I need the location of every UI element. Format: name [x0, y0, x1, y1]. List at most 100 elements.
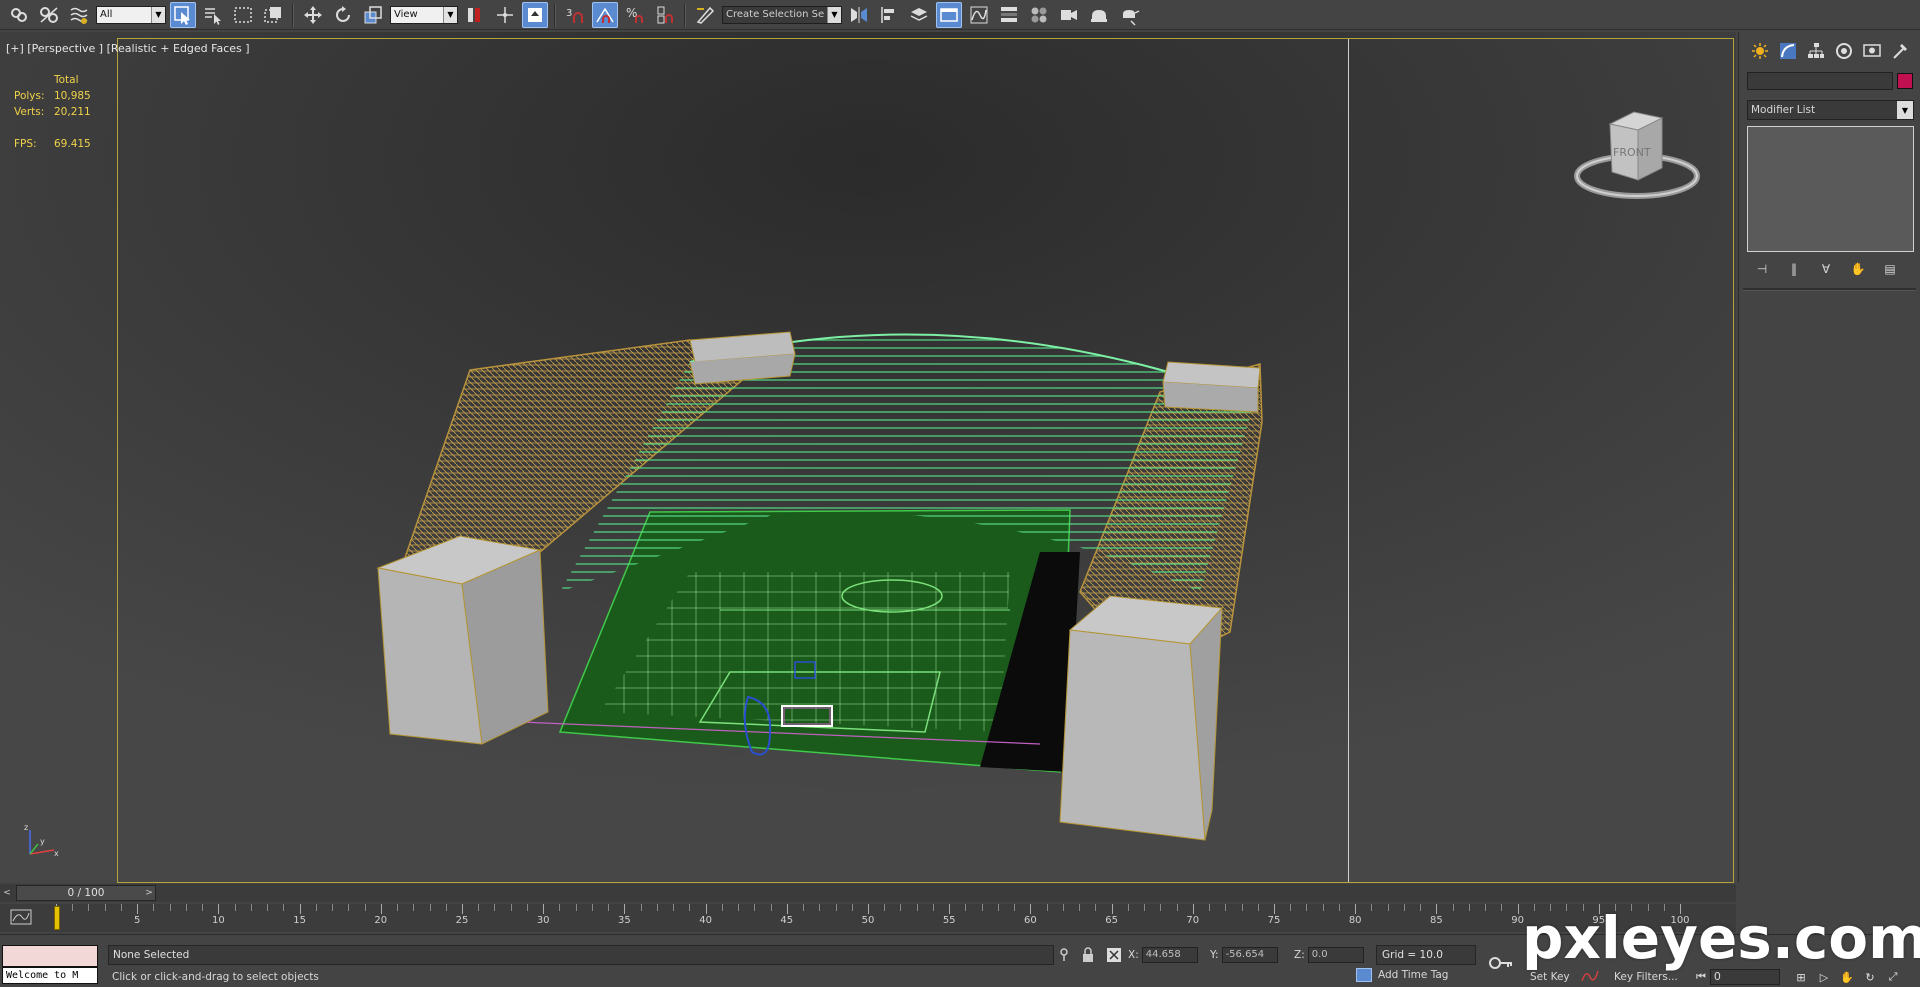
schematic-view-icon[interactable]	[996, 2, 1022, 28]
trackbar-tick	[510, 904, 512, 911]
snap-icon[interactable]: 3	[562, 2, 588, 28]
trackbar-tick	[1160, 904, 1162, 911]
object-name-field[interactable]	[1747, 72, 1893, 90]
graphite-tools-icon[interactable]	[936, 1, 962, 28]
named-selection-sets-dropdown[interactable]: Create Selection Se ▼	[722, 5, 842, 24]
set-key-button[interactable]: Set Key	[1530, 971, 1570, 983]
trackbar-tick	[1144, 904, 1146, 911]
command-panel-tabs	[1739, 32, 1920, 66]
render-production-icon[interactable]	[1116, 2, 1142, 28]
time-tag-icon[interactable]	[1356, 968, 1372, 982]
trackbar-tick-label: 65	[1105, 915, 1118, 926]
trackbar-tick	[949, 904, 951, 914]
material-editor-icon[interactable]	[1026, 2, 1052, 28]
trackbar-tick	[624, 904, 626, 914]
select-by-name-icon[interactable]	[200, 2, 226, 28]
maxscript-listener[interactable]: Welcome to M	[2, 945, 98, 985]
modifier-list-dropdown[interactable]: Modifier List ▼	[1747, 100, 1914, 120]
link-icon[interactable]	[6, 2, 32, 28]
trackbar-tick	[478, 904, 480, 911]
rotate-icon[interactable]	[330, 2, 356, 28]
mirror-icon[interactable]	[846, 2, 872, 28]
object-color-swatch[interactable]	[1897, 73, 1913, 89]
make-unique-icon[interactable]: ∀	[1815, 260, 1837, 278]
rendered-frame-window-icon[interactable]	[1086, 2, 1112, 28]
time-slider-thumb[interactable]: 0 / 100	[16, 885, 156, 901]
time-slider[interactable]: < 0 / 100 >	[0, 884, 1736, 902]
hierarchy-tab-icon[interactable]	[1803, 40, 1829, 62]
trackbar-tick	[803, 904, 805, 911]
object-name-row	[1739, 66, 1920, 90]
modifier-stack[interactable]	[1747, 126, 1914, 252]
z-field[interactable]: 0.0	[1307, 947, 1364, 963]
y-coordinate: Y: -56.654	[1210, 947, 1278, 963]
lock-selection-icon[interactable]	[1080, 947, 1096, 963]
trackbar-tick	[705, 904, 707, 914]
window-crossing-icon[interactable]	[260, 2, 286, 28]
edit-named-selection-icon[interactable]	[692, 2, 718, 28]
trackbar-tick-label: 60	[1024, 915, 1037, 926]
key-mode-icon[interactable]	[1488, 953, 1514, 973]
align-icon[interactable]	[876, 2, 902, 28]
trackbar-tick	[1322, 904, 1324, 911]
curve-editor-icon[interactable]	[966, 2, 992, 28]
trackbar-tick-label: 30	[536, 915, 550, 926]
trackbar-tick	[1371, 904, 1373, 911]
pivot-icon[interactable]	[462, 2, 488, 28]
absolute-mode-icon[interactable]	[1106, 947, 1122, 963]
scale-icon[interactable]	[360, 2, 386, 28]
perspective-viewport[interactable]: [+] [Perspective ] [Realistic + Edged Fa…	[0, 32, 1736, 883]
bind-spacewarp-icon[interactable]	[66, 2, 92, 28]
move-icon[interactable]	[300, 2, 326, 28]
spinner-snap-icon[interactable]	[652, 2, 678, 28]
maxscript-input[interactable]: Welcome to M	[2, 967, 98, 984]
isolate-selection-icon[interactable]	[1056, 947, 1072, 963]
trackbar[interactable]: 5 10 15 20 25 30 35 40 45 50 55 60 65 70 75 80 85 90 95 100	[0, 904, 1736, 932]
viewcube[interactable]: FRONT	[1572, 94, 1702, 214]
selection-status: None Selected	[108, 945, 1054, 965]
select-object-icon[interactable]	[170, 1, 196, 28]
create-tab-icon[interactable]	[1747, 40, 1773, 62]
select-manipulate-icon[interactable]	[492, 2, 518, 28]
trackbar-tick	[202, 904, 204, 911]
goto-start-icon[interactable]: ⏮	[1696, 970, 1706, 984]
add-time-tag[interactable]: Add Time Tag	[1356, 968, 1448, 982]
chevron-down-icon: ▼	[443, 6, 457, 23]
trackbar-tick	[445, 904, 447, 911]
utilities-tab-icon[interactable]	[1887, 40, 1913, 62]
render-setup-icon[interactable]	[1056, 2, 1082, 28]
trackbar-tick	[1257, 904, 1259, 911]
selection-filter-dropdown[interactable]: All ▼	[96, 5, 166, 24]
time-slider-prev-button[interactable]: <	[0, 886, 14, 900]
trackbar-tick	[932, 904, 934, 911]
y-field[interactable]: -56.654	[1221, 947, 1278, 963]
trackbar-tick-label: 50	[861, 915, 875, 926]
current-frame-cursor[interactable]	[54, 906, 60, 930]
main-toolbar: All ▼ View ▼ 3 % Create Selection Se ▼	[0, 0, 1920, 30]
percent-snap-icon[interactable]: %	[622, 2, 648, 28]
maxscript-output[interactable]	[2, 945, 98, 967]
keyboard-shortcut-override-icon[interactable]	[522, 1, 548, 28]
angle-snap-icon[interactable]	[592, 1, 618, 28]
configure-modifier-sets-icon[interactable]: ▤	[1879, 260, 1901, 278]
trackbar-tick	[250, 904, 252, 911]
unlink-icon[interactable]	[36, 2, 62, 28]
trackbar-tick	[348, 904, 350, 911]
pin-stack-icon[interactable]: ⊣	[1751, 260, 1773, 278]
rect-region-icon[interactable]	[230, 2, 256, 28]
time-slider-next-button[interactable]: >	[142, 886, 156, 900]
layer-manager-icon[interactable]	[906, 2, 932, 28]
viewport-label[interactable]: [+] [Perspective ] [Realistic + Edged Fa…	[6, 42, 250, 55]
motion-tab-icon[interactable]	[1831, 40, 1857, 62]
trackbar-tick	[185, 904, 187, 911]
key-filters-button[interactable]: Key Filters...	[1614, 971, 1678, 983]
show-end-result-icon[interactable]: ‖	[1783, 260, 1805, 278]
modify-tab-icon[interactable]	[1775, 40, 1801, 62]
trackbar-tick	[1274, 904, 1275, 914]
x-field[interactable]: 44.658	[1141, 947, 1198, 963]
remove-modifier-icon[interactable]: ✋	[1847, 260, 1869, 278]
trackbar-tick	[88, 904, 90, 911]
reference-coordinate-dropdown[interactable]: View ▼	[390, 5, 458, 24]
display-tab-icon[interactable]	[1859, 40, 1885, 62]
trackbar-tick	[169, 904, 171, 911]
